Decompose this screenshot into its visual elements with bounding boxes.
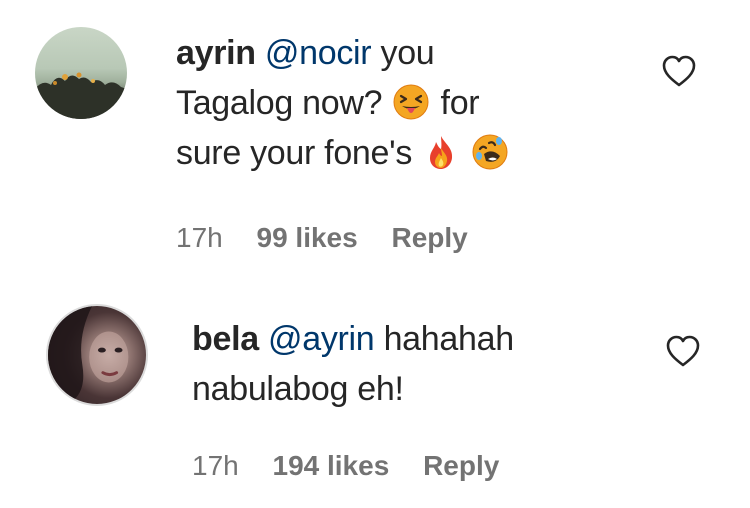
avatar[interactable] — [35, 27, 127, 119]
comment-item: bela @ayrin hahahah nabulabog eh! 17h 19… — [0, 290, 750, 508]
comment-timestamp: 17h — [176, 222, 223, 253]
squinting-face-with-tongue-icon — [393, 84, 429, 120]
comment-text-segment: hahahah — [383, 320, 515, 358]
comment-text-segment: for — [440, 84, 480, 122]
comment-text-segment: you — [380, 34, 435, 72]
comment-mention[interactable]: @nocir — [265, 34, 372, 72]
comment-likes[interactable]: 99 likes — [257, 222, 358, 254]
comment-text-segment: nabulabog eh! — [192, 370, 404, 408]
reply-button[interactable]: Reply — [423, 450, 499, 482]
like-heart-icon[interactable] — [661, 54, 697, 88]
comment-item: ayrin @nocir you Tagalog now? for sure y… — [0, 0, 750, 290]
comment-text-segment: sure your fone's — [176, 134, 413, 172]
like-heart-icon[interactable] — [665, 334, 701, 368]
comment-text-segment: Tagalog now? — [176, 84, 383, 122]
comment-username[interactable]: ayrin — [176, 34, 256, 72]
comment-mention[interactable]: @ayrin — [268, 320, 375, 358]
comment-meta: 17h 194 likes Reply — [192, 450, 525, 482]
comment-text: ayrin @nocir you Tagalog now? for sure y… — [176, 28, 596, 178]
reply-button[interactable]: Reply — [391, 222, 467, 254]
comment-timestamp: 17h — [192, 450, 239, 481]
rolling-on-floor-laughing-icon — [472, 134, 508, 170]
comment-meta: 17h 99 likes Reply — [176, 222, 494, 254]
comment-username[interactable]: bela — [192, 320, 259, 358]
avatar[interactable] — [46, 304, 148, 406]
fire-icon — [423, 134, 459, 170]
comment-text: bela @ayrin hahahah nabulabog eh! — [192, 314, 622, 414]
comment-likes[interactable]: 194 likes — [273, 450, 390, 482]
